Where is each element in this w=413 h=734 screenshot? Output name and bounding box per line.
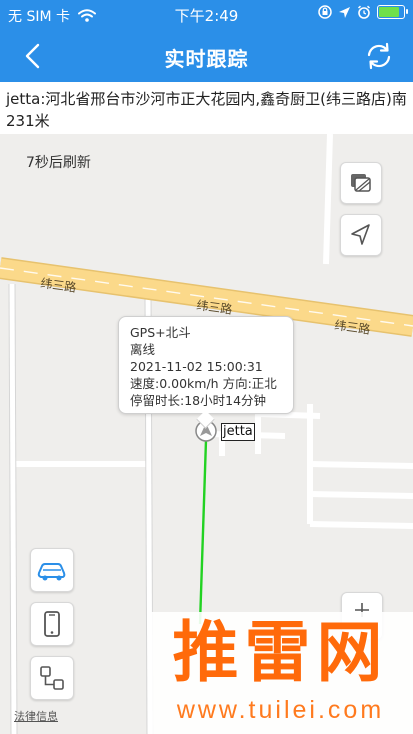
orientation-lock-icon: [318, 5, 332, 19]
status-bar: 无 SIM 卡 下午2:49: [0, 0, 413, 30]
address-text: jetta:河北省邢台市沙河市正大花园内,鑫奇厨卫(纬三路店)南231米: [0, 82, 413, 134]
vehicle-info-popup: GPS+北斗 离线 2021-11-02 15:00:31 速度:0.00km/…: [118, 316, 294, 414]
battery-icon: [377, 5, 408, 19]
phone-view-button[interactable]: [30, 602, 74, 646]
popup-status: 离线: [130, 342, 156, 357]
refresh-button[interactable]: [361, 38, 397, 74]
location-arrow-icon: [339, 6, 350, 18]
legal-info-link[interactable]: 法律信息: [14, 708, 58, 724]
refresh-icon: [367, 42, 391, 70]
navigation-arrow-icon: [351, 224, 370, 245]
track-line: [198, 439, 208, 625]
watermark: 推雷网 www.tuilei.com: [148, 612, 413, 734]
vehicle-name-label[interactable]: jetta: [221, 423, 255, 441]
battery-fill: [379, 7, 400, 17]
alarm-icon: [357, 5, 371, 19]
map-layer-button[interactable]: [340, 162, 382, 204]
route-view-button[interactable]: [30, 656, 74, 700]
page-title: 实时跟踪: [164, 47, 249, 71]
popup-stay-duration: 停留时长:18小时14分钟: [130, 393, 267, 408]
popup-speed-direction: 速度:0.00km/h 方向:正北: [130, 376, 277, 391]
vehicle-view-button[interactable]: [30, 548, 74, 592]
map-view[interactable]: 纬三路 纬三路 纬三路 7秒后刷新 法律信息 GPS+北斗 离线 2021-11…: [0, 134, 413, 734]
navigation-bar: 实时跟踪: [0, 30, 413, 82]
route-nodes-icon: [40, 666, 64, 690]
watermark-logo-text: 推雷网: [172, 614, 389, 691]
phone-icon: [44, 611, 60, 637]
layers-icon: [351, 174, 371, 192]
locate-button[interactable]: [340, 214, 382, 256]
car-icon: [37, 563, 66, 581]
watermark-url: www.tuilei.com: [176, 696, 385, 724]
refresh-countdown: 7秒后刷新: [26, 155, 91, 171]
popup-positioning: GPS+北斗: [130, 325, 191, 340]
popup-timestamp: 2021-11-02 15:00:31: [130, 359, 263, 374]
